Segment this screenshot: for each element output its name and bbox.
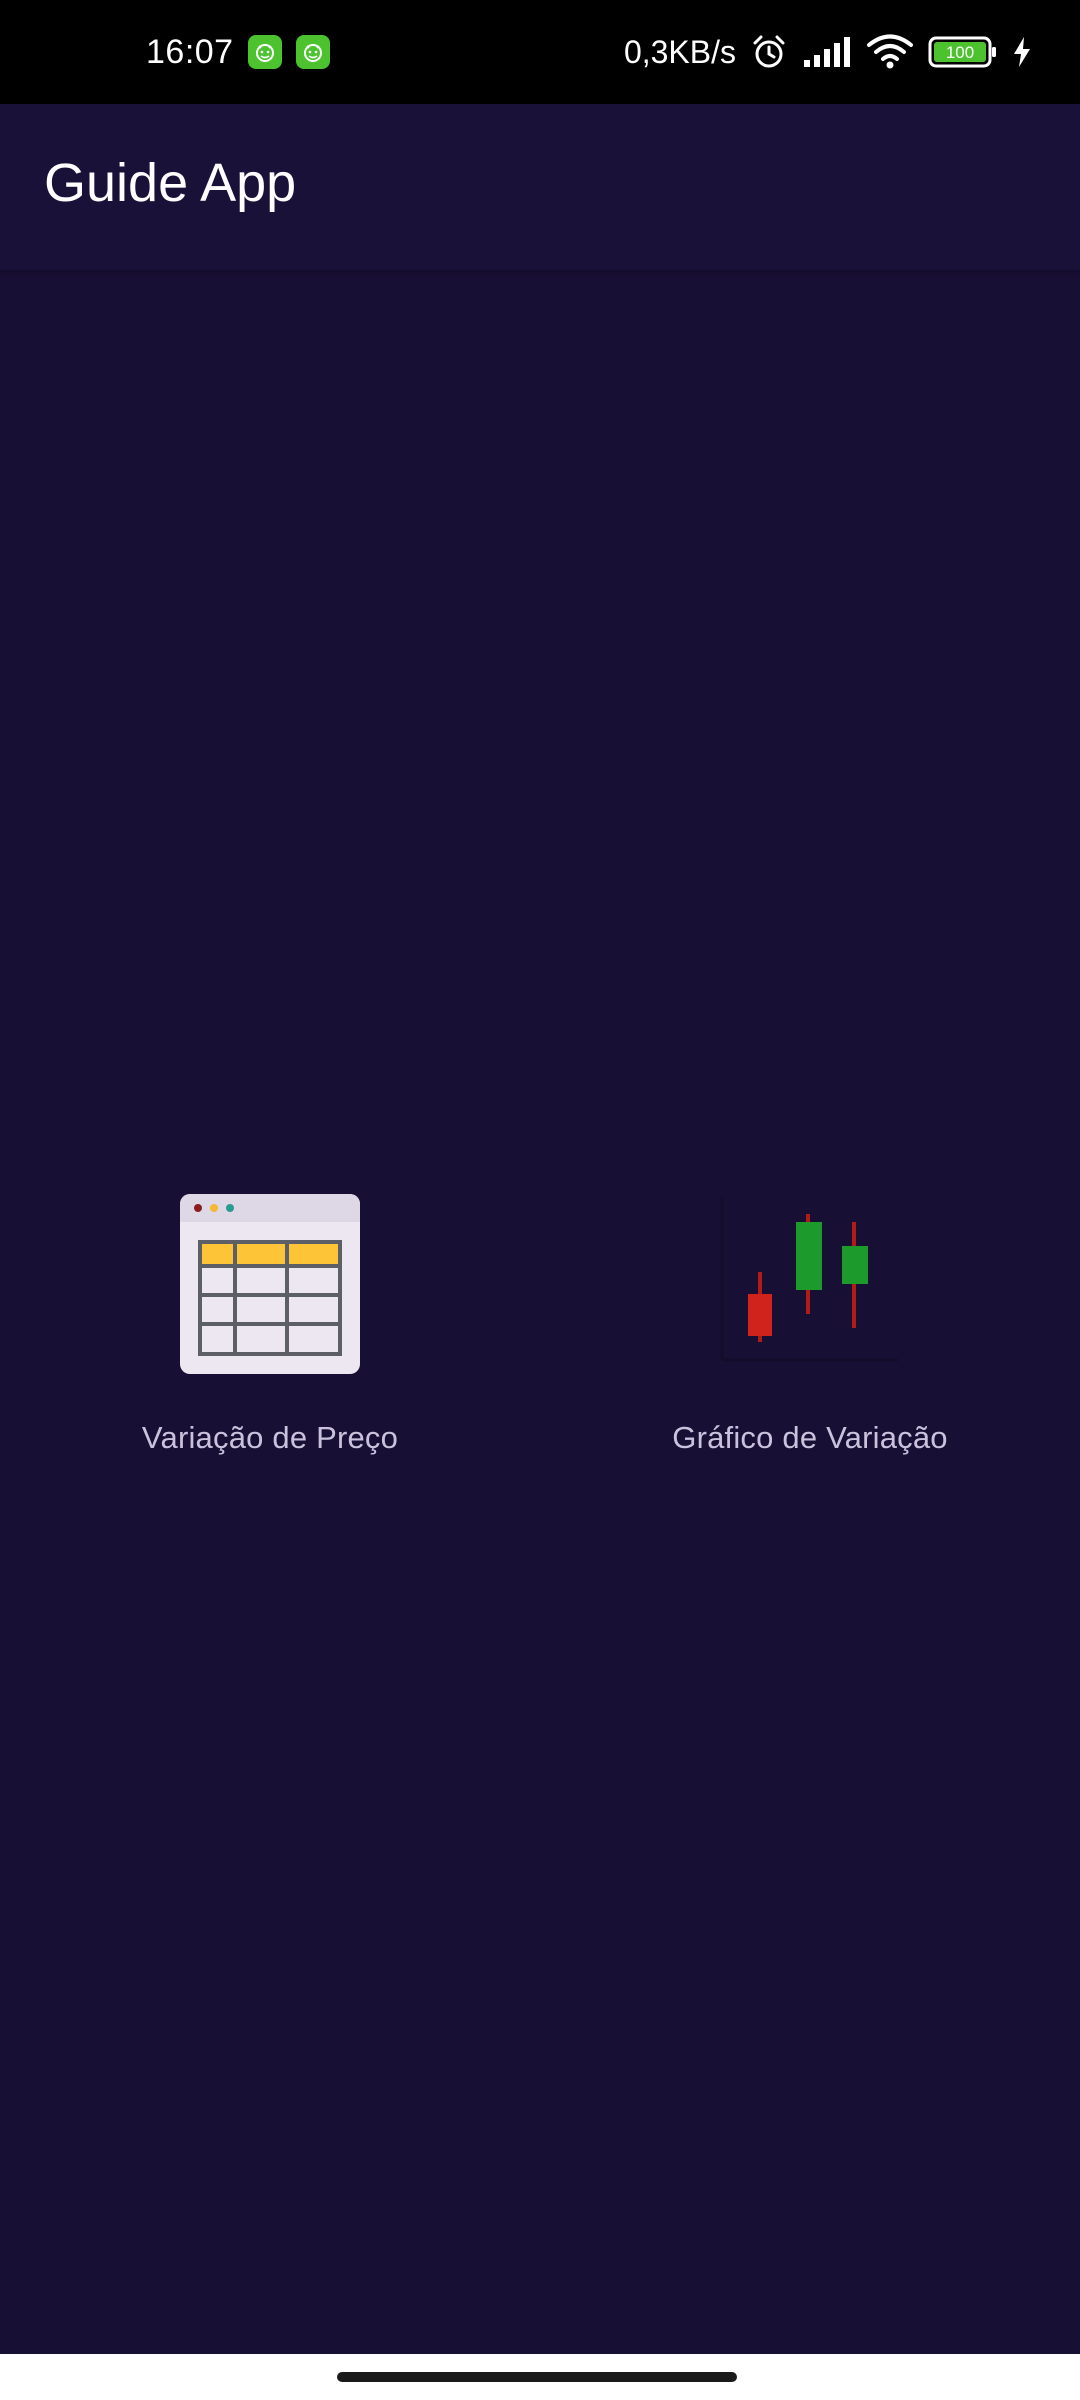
price-table-icon [180,1194,360,1374]
signal-icon [802,36,852,68]
navigation-bar [0,2354,1080,2400]
menu-label: Variação de Preço [141,1420,399,1455]
menu-label: Gráfico de Variação [672,1420,948,1455]
candlestick-chart-icon [720,1196,898,1362]
status-right: 0,3KB/s 100 [624,0,1032,104]
notification-app-icon [295,35,330,69]
status-left: 16:07 [146,0,330,104]
home-gesture-handle[interactable] [337,2372,737,2382]
app-bar: Guide App [0,104,1080,270]
battery-level: 100 [946,43,974,62]
home-screen: 16:07 0,3KB/s 100 Guide App Variação de … [0,0,1080,2400]
notification-app-icon [247,35,282,69]
menu-item-price-variation[interactable]: Variação de Preço [0,1180,540,1480]
status-bar: 16:07 0,3KB/s 100 [0,0,1080,104]
status-time: 16:07 [146,32,234,71]
app-title: Guide App [44,153,297,213]
alarm-icon [750,33,788,71]
charging-icon [1012,36,1032,68]
wifi-icon [866,34,914,70]
battery-icon: 100 [928,35,998,69]
menu-item-variation-chart[interactable]: Gráfico de Variação [540,1180,1080,1480]
network-speed: 0,3KB/s [623,33,736,70]
